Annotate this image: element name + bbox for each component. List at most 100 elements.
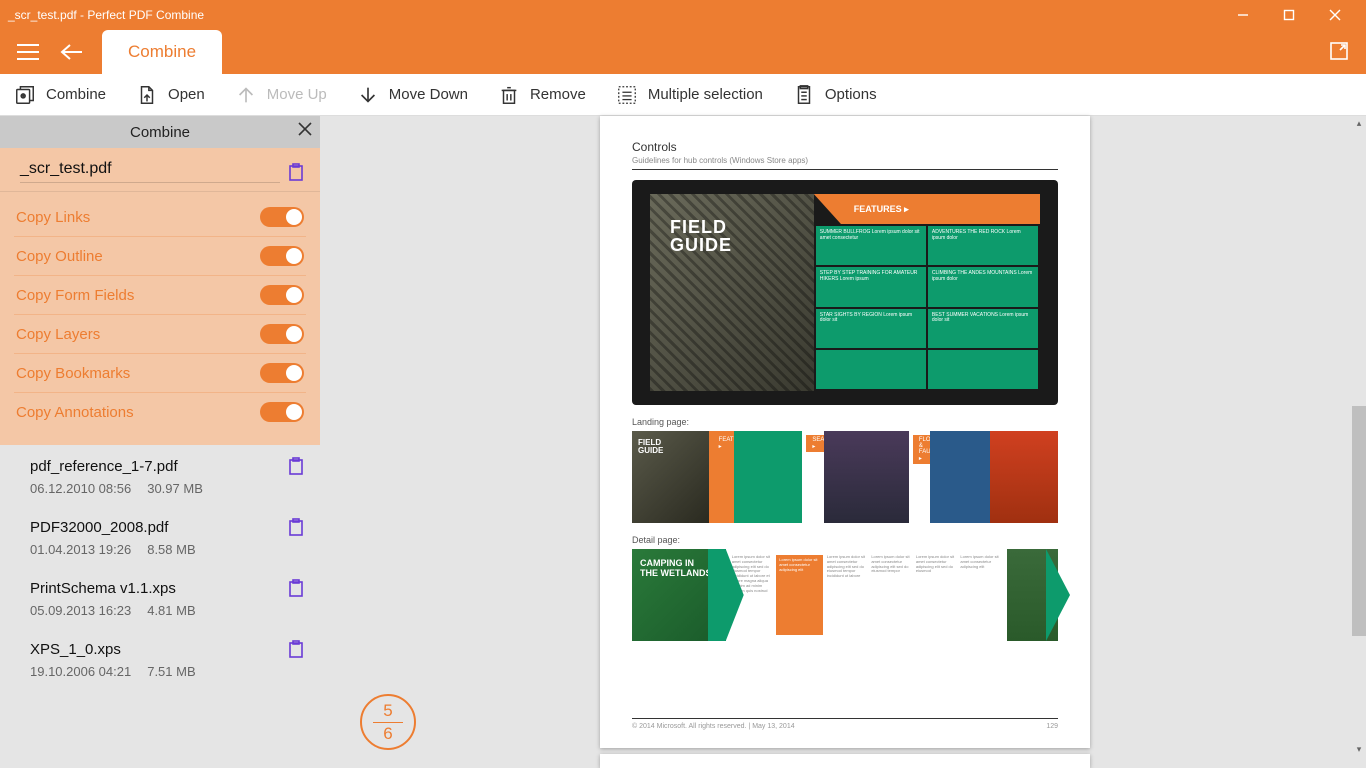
minimize-button[interactable] <box>1220 0 1266 30</box>
clipboard-icon[interactable] <box>288 640 304 658</box>
file-item[interactable]: PrintSchema v1.1.xps 05.09.2013 16:23 4.8… <box>0 567 320 628</box>
toggle-copy-form-fields[interactable] <box>260 285 304 305</box>
option-label: Copy Layers <box>16 326 100 343</box>
file-name: PrintSchema v1.1.xps <box>30 580 280 597</box>
titlebar: _scr_test.pdf - Perfect PDF Combine <box>0 0 1366 30</box>
sidebar-title: Combine <box>130 124 190 141</box>
toolbar-label: Options <box>825 86 877 103</box>
toolbar: Combine Open Move Up Move Down Remove Mu… <box>0 74 1366 116</box>
toggle-copy-outline[interactable] <box>260 246 304 266</box>
sidebar: Combine _scr_test.pdf Copy Links Copy Ou… <box>0 116 320 768</box>
fullscreen-toggle-button[interactable] <box>1326 38 1352 64</box>
toolbar-label: Open <box>168 86 205 103</box>
combine-button[interactable]: Combine <box>14 84 106 106</box>
file-item[interactable]: pdf_reference_1-7.pdf 06.12.2010 08:56 30… <box>0 445 320 506</box>
page-indicator[interactable]: 5 6 <box>360 694 416 750</box>
toggle-copy-links[interactable] <box>260 207 304 227</box>
option-copy-bookmarks: Copy Bookmarks <box>14 354 306 393</box>
option-label: Copy Bookmarks <box>16 365 130 382</box>
move-up-button: Move Up <box>235 84 327 106</box>
current-page: 5 <box>383 701 392 721</box>
file-item[interactable]: PDF32000_2008.pdf 01.04.2013 19:26 8.58 M… <box>0 506 320 567</box>
file-name: PDF32000_2008.pdf <box>30 519 280 536</box>
file-name: XPS_1_0.xps <box>30 641 280 658</box>
landing-page-image: FIELD GUIDE FEATURES ▸ SEASONAL ▸ FLORA … <box>632 431 1058 523</box>
preview-area[interactable]: Controls Guidelines for hub controls (Wi… <box>320 116 1366 768</box>
detail-page-label: Detail page: <box>632 535 1058 545</box>
options-button[interactable]: Options <box>793 84 877 106</box>
sidebar-header: Combine <box>0 116 320 148</box>
option-label: Copy Annotations <box>16 404 134 421</box>
toggle-copy-annotations[interactable] <box>260 402 304 422</box>
field-guide-title: FIELD GUIDE <box>670 218 732 254</box>
file-date: 01.04.2013 19:26 <box>30 542 131 557</box>
tablet-mockup-image: FIELD GUIDE FEATURES ▸ SUMMER BULLFROG L… <box>632 180 1058 405</box>
option-copy-links: Copy Links <box>14 198 306 237</box>
window-controls <box>1220 0 1358 30</box>
file-size: 8.58 MB <box>147 542 195 557</box>
features-header: FEATURES ▸ <box>814 194 1040 224</box>
detail-page-image: CAMPING IN THE WETLANDS Lorem ipsum dolo… <box>632 549 1058 641</box>
move-down-button[interactable]: Move Down <box>357 84 468 106</box>
document-page: Controls Guidelines for hub controls (Wi… <box>600 116 1090 748</box>
total-pages: 6 <box>383 724 392 744</box>
clipboard-icon[interactable] <box>288 163 304 181</box>
selected-file-name: _scr_test.pdf <box>20 160 280 183</box>
window-title: _scr_test.pdf - Perfect PDF Combine <box>8 8 1220 22</box>
sidebar-close-button[interactable] <box>298 122 312 140</box>
footer-page-number: 129 <box>1046 723 1058 730</box>
vertical-scrollbar[interactable]: ▴ ▾ <box>1352 116 1366 756</box>
camping-title: CAMPING IN THE WETLANDS <box>640 559 712 579</box>
selected-file-panel[interactable]: _scr_test.pdf <box>0 148 320 192</box>
header-bar: Combine <box>0 30 1366 74</box>
close-button[interactable] <box>1312 0 1358 30</box>
maximize-button[interactable] <box>1266 0 1312 30</box>
tab-combine[interactable]: Combine <box>102 30 222 74</box>
hamburger-menu-button[interactable] <box>14 38 42 66</box>
open-button[interactable]: Open <box>136 84 205 106</box>
option-copy-layers: Copy Layers <box>14 315 306 354</box>
next-page-peek <box>600 754 1090 768</box>
scrollbar-thumb[interactable] <box>1352 406 1366 636</box>
back-button[interactable] <box>58 38 86 66</box>
file-size: 7.51 MB <box>147 664 195 679</box>
file-size: 4.81 MB <box>147 603 195 618</box>
clipboard-icon[interactable] <box>288 518 304 536</box>
doc-section-subtitle: Guidelines for hub controls (Windows Sto… <box>632 156 1058 170</box>
landing-page-label: Landing page: <box>632 417 1058 427</box>
clipboard-icon[interactable] <box>288 457 304 475</box>
lp-head: FLORA & FAUNA ▸ <box>913 435 930 464</box>
multiple-selection-button[interactable]: Multiple selection <box>616 84 763 106</box>
copy-options-list: Copy Links Copy Outline Copy Form Fields… <box>0 192 320 445</box>
toolbar-label: Combine <box>46 86 106 103</box>
footer-copyright: © 2014 Microsoft. All rights reserved. |… <box>632 723 795 730</box>
file-date: 05.09.2013 16:23 <box>30 603 131 618</box>
toolbar-label: Multiple selection <box>648 86 763 103</box>
option-copy-form-fields: Copy Form Fields <box>14 276 306 315</box>
tab-label: Combine <box>128 42 196 62</box>
option-copy-annotations: Copy Annotations <box>14 393 306 431</box>
remove-button[interactable]: Remove <box>498 84 586 106</box>
scroll-up-arrow-icon[interactable]: ▴ <box>1352 116 1366 130</box>
file-item[interactable]: XPS_1_0.xps 19.10.2006 04:21 7.51 MB <box>0 628 320 689</box>
option-label: Copy Links <box>16 209 90 226</box>
file-date: 06.12.2010 08:56 <box>30 481 131 496</box>
toggle-copy-layers[interactable] <box>260 324 304 344</box>
scroll-down-arrow-icon[interactable]: ▾ <box>1352 742 1366 756</box>
lp-title: FIELD GUIDE <box>638 439 663 455</box>
lp-head: SEASONAL ▸ <box>806 435 823 452</box>
page-footer: © 2014 Microsoft. All rights reserved. |… <box>632 718 1058 730</box>
toggle-copy-bookmarks[interactable] <box>260 363 304 383</box>
toolbar-label: Move Up <box>267 86 327 103</box>
file-date: 19.10.2006 04:21 <box>30 664 131 679</box>
main-area: Combine _scr_test.pdf Copy Links Copy Ou… <box>0 116 1366 768</box>
file-size: 30.97 MB <box>147 481 203 496</box>
file-name: pdf_reference_1-7.pdf <box>30 458 280 475</box>
option-copy-outline: Copy Outline <box>14 237 306 276</box>
doc-section-title: Controls <box>632 140 1058 154</box>
toolbar-label: Remove <box>530 86 586 103</box>
lp-head: FEATURES ▸ <box>713 435 735 452</box>
option-label: Copy Form Fields <box>16 287 134 304</box>
option-label: Copy Outline <box>16 248 103 265</box>
clipboard-icon[interactable] <box>288 579 304 597</box>
